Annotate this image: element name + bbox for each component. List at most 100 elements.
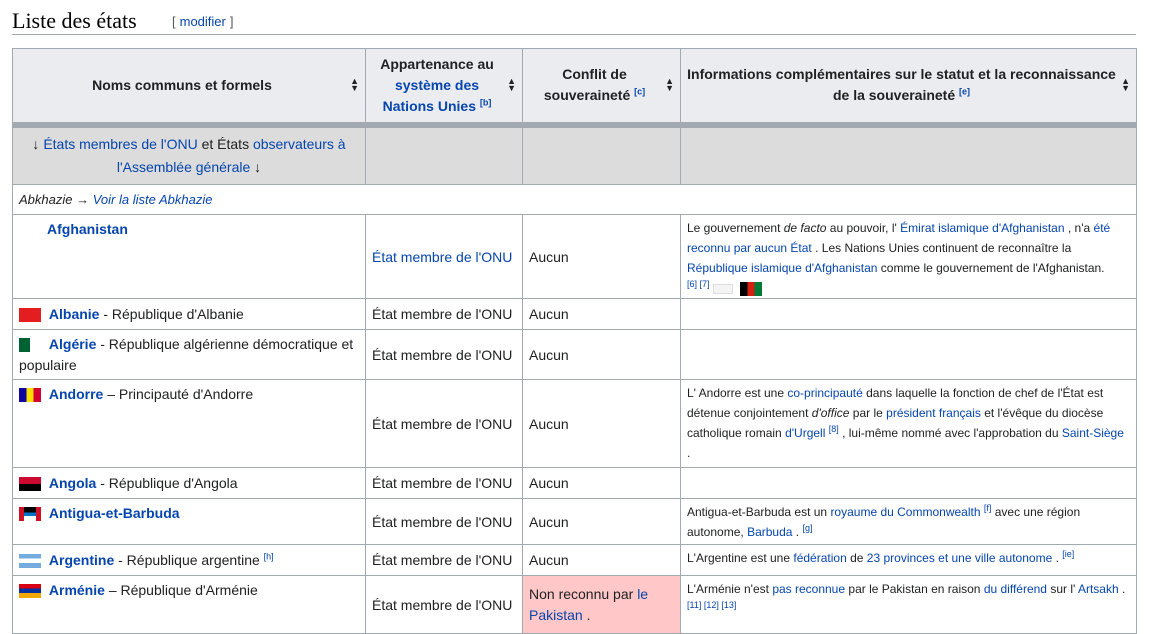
info-link[interactable]: fédération [793, 551, 846, 565]
table-row: Argentine - République argentine [h] Éta… [12, 544, 1137, 576]
andorra-flag-icon [19, 388, 41, 403]
info-refs[interactable]: [11] [12] [13] [687, 600, 736, 610]
info-cell [680, 329, 1137, 380]
name-cell: Albanie - République d'Albanie [12, 298, 366, 330]
arrow-down-icon: ↓ [32, 135, 40, 152]
header-conflict[interactable]: Conflit de souveraineté [c] ▲ ▼ [522, 48, 681, 125]
header-common-names[interactable]: Noms communs et formels ▲ ▼ [12, 48, 366, 125]
header-info[interactable]: Informations complémentaires sur le stat… [680, 48, 1137, 125]
info-link[interactable]: co-principauté [787, 386, 862, 400]
info-link[interactable]: du différend [984, 582, 1047, 596]
armenia-flag-icon [19, 584, 41, 599]
argentina-flag-icon [19, 554, 41, 569]
info-text: , lui-même nommé avec l'approbation du [842, 426, 1059, 440]
abkhazie-link[interactable]: Voir la liste Abkhazie [93, 192, 213, 207]
ref-h[interactable]: [h] [264, 551, 274, 561]
sort-icon[interactable]: ▲ ▼ [665, 77, 674, 93]
conflict-cell: Aucun [522, 379, 681, 468]
info-cell [680, 298, 1137, 330]
ref-c[interactable]: [c] [634, 87, 645, 97]
country-link-antigua[interactable]: Antigua-et-Barbuda [49, 505, 180, 521]
membership-cell: État membre de l'ONU [365, 214, 523, 299]
info-text: au pouvoir, l' [829, 221, 897, 235]
header-membership-label: Appartenance au [380, 55, 494, 72]
info-ref[interactable]: [ie] [1062, 549, 1074, 559]
info-text: . Les Nations Unies continuent de reconn… [815, 241, 1072, 255]
info-link[interactable]: d'Urgell [785, 426, 825, 440]
un-system-link[interactable]: système des Nations Unies [383, 77, 479, 114]
country-link-andorre[interactable]: Andorre [49, 386, 103, 402]
info-text: . [1122, 582, 1126, 596]
un-members-link[interactable]: États membres de l'ONU [43, 136, 197, 152]
info-link[interactable]: Émirat islamique d'Afghanistan [900, 221, 1064, 235]
info-text: sur l' [1050, 582, 1076, 596]
table-row: Albanie - République d'Albanie État memb… [12, 298, 1137, 330]
info-link[interactable]: pas reconnue [772, 582, 845, 596]
info-link[interactable]: Barbuda [747, 525, 792, 539]
membership-cell: État membre de l'ONU [365, 298, 523, 330]
conflict-text: . [586, 606, 591, 623]
info-link[interactable]: président français [886, 406, 981, 420]
header-common-names-label: Noms communs et formels [92, 76, 272, 93]
sort-icon[interactable]: ▲ ▼ [507, 77, 516, 93]
group-mid-text: et États [201, 135, 250, 152]
conflict-cell: Aucun [522, 329, 681, 380]
conflict-text: Non reconnu par [529, 585, 634, 602]
info-ref[interactable]: [8] [829, 424, 839, 434]
albania-flag-icon [19, 308, 41, 323]
info-cell: Le gouvernement de facto au pouvoir, l' … [680, 214, 1137, 299]
formal-name: - République d'Angola [100, 474, 238, 491]
country-link-argentine[interactable]: Argentine [49, 552, 114, 568]
formal-name: - République d'Albanie [103, 305, 244, 322]
edit-bracket-open: [ [172, 14, 176, 29]
country-link-algerie[interactable]: Algérie [49, 336, 96, 352]
info-text: L'Argentine est une [687, 551, 791, 565]
header-conflict-label: Conflit de souveraineté [543, 66, 631, 104]
info-link[interactable]: République islamique d'Afghanistan [687, 261, 877, 275]
country-link-armenie[interactable]: Arménie [49, 582, 105, 598]
arrow-right-icon: → [76, 192, 90, 207]
taliban-flag-icon [712, 283, 733, 294]
info-link[interactable]: Saint-Siège [1062, 426, 1124, 440]
table-row: Afghanistan État membre de l'ONU Aucun L… [12, 214, 1137, 299]
algeria-flag-icon [19, 337, 41, 352]
edit-bracket-close: ] [229, 14, 234, 29]
country-link-albanie[interactable]: Albanie [49, 306, 100, 322]
sort-icon[interactable]: ▲ ▼ [1121, 77, 1130, 93]
ref-b[interactable]: [b] [480, 97, 492, 107]
ref-e[interactable]: [e] [959, 87, 970, 97]
info-text: L' Andorre est une [687, 386, 785, 400]
info-refs[interactable]: [6] [7] [687, 279, 710, 289]
formal-name: – République d'Arménie [108, 582, 258, 598]
formal-name: – Principauté d'Andorre [107, 386, 254, 402]
info-cell: L'Arménie n'est pas reconnue par le Paki… [680, 575, 1137, 634]
info-text: . [687, 446, 691, 460]
info-text: Le gouvernement [687, 221, 781, 235]
sort-icon[interactable]: ▲ ▼ [350, 77, 359, 93]
info-link[interactable]: 23 provinces et une ville autonome [867, 551, 1052, 565]
info-cell: L'Argentine est une fédération de 23 pro… [680, 544, 1137, 576]
info-ref[interactable]: [g] [802, 523, 812, 533]
country-link-angola[interactable]: Angola [49, 475, 96, 491]
conflict-cell: Aucun [522, 498, 681, 545]
membership-link[interactable]: État membre de l'ONU [372, 249, 512, 265]
country-link-afghanistan[interactable]: Afghanistan [47, 221, 128, 237]
info-italic: d'office [811, 406, 850, 420]
info-italic: de facto [783, 221, 827, 235]
header-membership[interactable]: Appartenance au système des Nations Unie… [365, 48, 523, 125]
abkhazie-name: Abkhazie [19, 192, 73, 207]
table-row: Arménie – République d'Arménie État memb… [12, 575, 1137, 634]
states-table: Noms communs et formels ▲ ▼ Appartenance … [12, 48, 1137, 634]
group-cell [680, 121, 1137, 185]
edit-link[interactable]: modifier [180, 14, 226, 29]
table-row: Angola - République d'Angola État membre… [12, 467, 1137, 499]
info-text: L'Arménie n'est [687, 582, 769, 596]
section-heading: Liste des états [modifier] [12, 6, 1136, 35]
membership-cell: État membre de l'ONU [365, 379, 523, 468]
info-text: . [1055, 551, 1059, 565]
table-row: Abkhazie → Voir la liste Abkhazie [12, 184, 1137, 215]
info-ref[interactable]: [f] [984, 503, 992, 513]
info-link[interactable]: Artsakh [1078, 582, 1119, 596]
header-info-label: Informations complémentaires sur le stat… [687, 66, 1116, 104]
info-link[interactable]: royaume du Commonwealth [830, 505, 980, 519]
